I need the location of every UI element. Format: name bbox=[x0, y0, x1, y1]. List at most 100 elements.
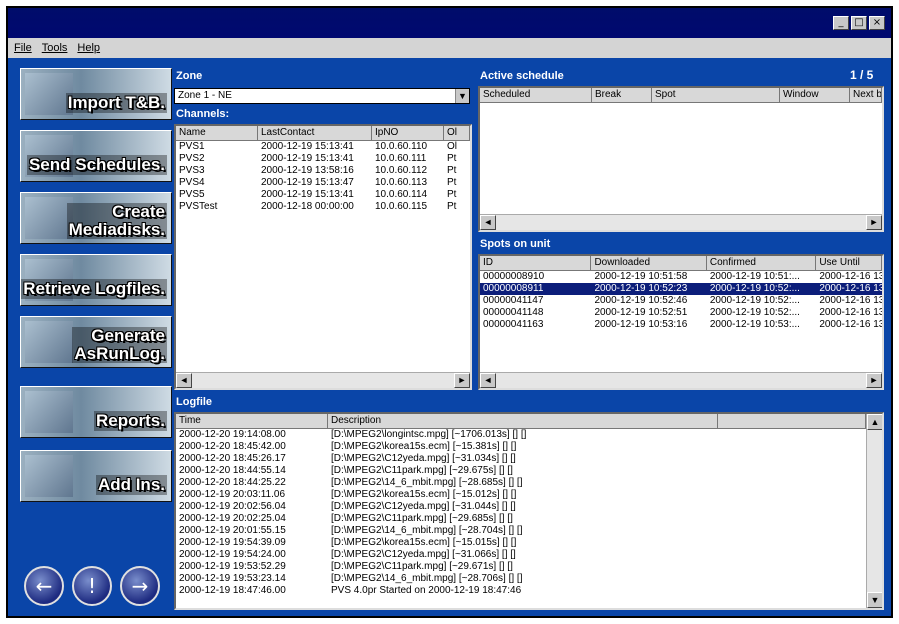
col-scheduled[interactable]: Scheduled bbox=[480, 88, 592, 103]
channel-name: PVS1 bbox=[179, 141, 205, 152]
col-window[interactable]: Window bbox=[780, 88, 850, 103]
log-row[interactable]: 2000-12-20 18:44:25.22 [D:\MPEG2\14_6_mbi… bbox=[176, 477, 882, 489]
send-schedules-button[interactable]: Send Schedules. bbox=[20, 130, 172, 182]
log-time: 2000-12-20 18:44:25.22 bbox=[179, 477, 286, 488]
spot-use-until: 2000-12-16 13:... bbox=[819, 283, 882, 294]
scroll-right-icon[interactable]: ► bbox=[866, 215, 882, 230]
channel-row[interactable]: PVS2 2000-12-19 15:13:41 10.0.60.111 Pt bbox=[176, 153, 470, 165]
create-mediadisks-button[interactable]: Create Mediadisks. bbox=[20, 192, 172, 244]
col-spot[interactable]: Spot bbox=[652, 88, 780, 103]
create-mediadisks-label-line1: Create bbox=[112, 202, 165, 221]
scroll-right-icon[interactable]: ► bbox=[866, 373, 882, 388]
col-id[interactable]: ID bbox=[480, 256, 592, 271]
col-use-until[interactable]: Use Until bbox=[816, 256, 882, 271]
active-schedule-label: Active schedule bbox=[480, 70, 564, 82]
info-button[interactable]: ! bbox=[72, 566, 112, 606]
spot-row[interactable]: 00000041147 2000-12-19 10:52:46 2000-12-19… bbox=[480, 295, 882, 307]
spots-list: ID Downloaded Confirmed Use Until 000000… bbox=[478, 254, 884, 390]
generate-asrunlog-button[interactable]: Generate AsRunLog. bbox=[20, 316, 172, 368]
log-time: 2000-12-19 20:01:55.15 bbox=[179, 525, 286, 536]
log-row[interactable]: 2000-12-19 20:01:55.15 [D:\MPEG2\14_6_mbi… bbox=[176, 525, 882, 537]
col-confirmed[interactable]: Confirmed bbox=[706, 256, 817, 271]
col-time[interactable]: Time bbox=[176, 414, 328, 429]
spot-downloaded: 2000-12-19 10:52:51 bbox=[594, 307, 688, 318]
log-row[interactable]: 2000-12-19 19:54:39.09 [D:\MPEG2\korea15s… bbox=[176, 537, 882, 549]
channel-row[interactable]: PVS5 2000-12-19 15:13:41 10.0.60.114 Pt bbox=[176, 189, 470, 201]
channel-row[interactable]: PVS1 2000-12-19 15:13:41 10.0.60.110 Ol bbox=[176, 141, 470, 153]
log-row[interactable]: 2000-12-20 18:45:42.00 [D:\MPEG2\korea15s… bbox=[176, 441, 882, 453]
col-description[interactable]: Description bbox=[328, 414, 718, 429]
col-lastcontact[interactable]: LastContact bbox=[258, 126, 372, 141]
channel-ol: Pt bbox=[447, 189, 457, 200]
log-row[interactable]: 2000-12-19 18:47:46.00 PVS 4.0pr Started … bbox=[176, 585, 882, 597]
log-time: 2000-12-19 19:54:39.09 bbox=[179, 537, 286, 548]
main-area: Import T&B. Send Schedules. Create Mediad… bbox=[8, 58, 891, 616]
spot-downloaded: 2000-12-19 10:51:58 bbox=[594, 271, 688, 282]
log-row[interactable]: 2000-12-20 18:44:55.14 [D:\MPEG2\C11park.… bbox=[176, 465, 882, 477]
spot-row[interactable]: 00000041148 2000-12-19 10:52:51 2000-12-19… bbox=[480, 307, 882, 319]
maximize-button[interactable]: □ bbox=[851, 16, 867, 30]
spots-hscroll[interactable]: ◄ ► bbox=[480, 372, 882, 388]
log-row[interactable]: 2000-12-20 18:45:26.17 [D:\MPEG2\C12yeda.… bbox=[176, 453, 882, 465]
col-downloaded[interactable]: Downloaded bbox=[591, 256, 707, 271]
log-row[interactable]: 2000-12-19 20:03:11.06 [D:\MPEG2\korea15s… bbox=[176, 489, 882, 501]
spot-row[interactable]: 00000041163 2000-12-19 10:53:16 2000-12-19… bbox=[480, 319, 882, 331]
back-button[interactable]: ← bbox=[24, 566, 64, 606]
menu-tools[interactable]: Tools bbox=[42, 42, 68, 54]
menu-file[interactable]: File bbox=[14, 42, 32, 54]
log-row[interactable]: 2000-12-19 20:02:25.04 [D:\MPEG2\C11park.… bbox=[176, 513, 882, 525]
log-row[interactable]: 2000-12-19 19:53:52.29 [D:\MPEG2\C11park.… bbox=[176, 561, 882, 573]
log-description: [D:\MPEG2\14_6_mbit.mpg] [~28.685s] [] [… bbox=[331, 477, 523, 488]
channel-name: PVSTest bbox=[179, 201, 218, 212]
channel-row[interactable]: PVS4 2000-12-19 15:13:47 10.0.60.113 Pt bbox=[176, 177, 470, 189]
minimize-button[interactable]: _ bbox=[833, 16, 849, 30]
log-time: 2000-12-19 19:53:52.29 bbox=[179, 561, 286, 572]
log-time: 2000-12-19 18:47:46.00 bbox=[179, 585, 286, 596]
generate-asrunlog-label: Generate AsRunLog. bbox=[72, 327, 167, 363]
scroll-up-icon[interactable]: ▲ bbox=[867, 414, 882, 430]
channel-row[interactable]: PVSTest 2000-12-18 00:00:00 10.0.60.115 Pt bbox=[176, 201, 470, 213]
col-break[interactable]: Break bbox=[592, 88, 652, 103]
menu-help[interactable]: Help bbox=[77, 42, 100, 54]
log-row[interactable]: 2000-12-19 19:54:24.00 [D:\MPEG2\C12yeda.… bbox=[176, 549, 882, 561]
log-row[interactable]: 2000-12-19 19:53:23.14 [D:\MPEG2\14_6_mbi… bbox=[176, 573, 882, 585]
col-next-break[interactable]: Next br bbox=[850, 88, 882, 103]
chevron-down-icon[interactable]: ▼ bbox=[455, 89, 469, 103]
spot-id: 00000041147 bbox=[483, 295, 544, 306]
channel-row[interactable]: PVS3 2000-12-19 13:58:16 10.0.60.112 Pt bbox=[176, 165, 470, 177]
forward-button[interactable]: → bbox=[120, 566, 160, 606]
scroll-left-icon[interactable]: ◄ bbox=[480, 215, 496, 230]
spot-use-until: 2000-12-16 13:... bbox=[819, 295, 882, 306]
reports-button[interactable]: Reports. bbox=[20, 386, 172, 438]
log-time: 2000-12-19 19:54:24.00 bbox=[179, 549, 286, 560]
col-ipno[interactable]: IpNO bbox=[372, 126, 444, 141]
import-tb-button[interactable]: Import T&B. bbox=[20, 68, 172, 120]
spot-confirmed: 2000-12-19 10:51:... bbox=[709, 271, 800, 282]
schedule-hscroll[interactable]: ◄ ► bbox=[480, 214, 882, 230]
scroll-left-icon[interactable]: ◄ bbox=[480, 373, 496, 388]
log-row[interactable]: 2000-12-20 19:14:08.00 [D:\MPEG2\longints… bbox=[176, 429, 882, 441]
logfile-vscroll[interactable]: ▲ ▼ bbox=[866, 414, 882, 608]
retrieve-logfiles-button[interactable]: Retrieve Logfiles. bbox=[20, 254, 172, 306]
col-name[interactable]: Name bbox=[176, 126, 258, 141]
log-row[interactable]: 2000-12-19 20:02:56.04 [D:\MPEG2\C12yeda.… bbox=[176, 501, 882, 513]
spot-row[interactable]: 00000008910 2000-12-19 10:51:58 2000-12-19… bbox=[480, 271, 882, 283]
col-ol[interactable]: Ol bbox=[444, 126, 470, 141]
scroll-right-icon[interactable]: ► bbox=[454, 373, 470, 388]
channel-lastcontact: 2000-12-18 00:00:00 bbox=[261, 201, 354, 212]
add-ins-button[interactable]: Add Ins. bbox=[20, 450, 172, 502]
log-description: [D:\MPEG2\korea15s.ecm] [~15.381s] [] [] bbox=[331, 441, 517, 452]
log-time: 2000-12-19 20:02:56.04 bbox=[179, 501, 286, 512]
scroll-down-icon[interactable]: ▼ bbox=[867, 592, 882, 608]
log-description: [D:\MPEG2\C11park.mpg] [~29.685s] [] [] bbox=[331, 513, 513, 524]
log-description: [D:\MPEG2\longintsc.mpg] [~1706.013s] []… bbox=[331, 429, 527, 440]
spot-row-selected[interactable]: 00000008911 2000-12-19 10:52:23 2000-12-19… bbox=[480, 283, 882, 295]
zone-select[interactable]: Zone 1 - NE ▼ bbox=[174, 88, 470, 104]
add-ins-icon bbox=[25, 455, 73, 497]
spot-downloaded: 2000-12-19 10:52:23 bbox=[594, 283, 688, 294]
channels-hscroll[interactable]: ◄ ► bbox=[176, 372, 470, 388]
logfile-label: Logfile bbox=[176, 396, 213, 408]
scroll-left-icon[interactable]: ◄ bbox=[176, 373, 192, 388]
channel-ipno: 10.0.60.115 bbox=[375, 201, 428, 212]
close-button[interactable]: × bbox=[869, 16, 885, 30]
